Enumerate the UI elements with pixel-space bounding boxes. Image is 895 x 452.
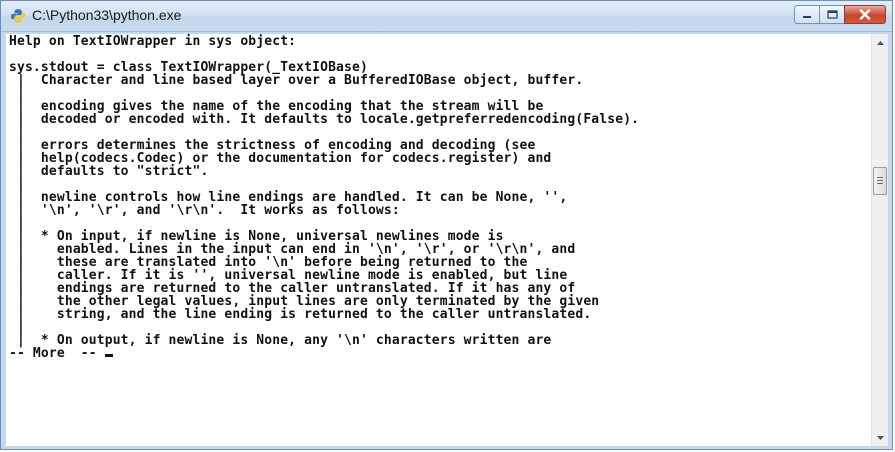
text-cursor [104, 354, 113, 357]
console-line: | decoded or encoded with. It defaults t… [9, 112, 640, 127]
vertical-scrollbar[interactable] [871, 34, 888, 446]
console-line: | Character and line based layer over a … [9, 73, 584, 88]
scroll-thumb[interactable] [873, 166, 887, 195]
scroll-up-arrow-icon [876, 40, 884, 45]
title-bar[interactable]: C:\Python33\python.exe [1, 1, 892, 32]
console-line: Help on TextIOWrapper in sys object: [9, 34, 297, 49]
maximize-icon [826, 10, 838, 19]
console-window: C:\Python33\python.exe Help on TextIOWra… [0, 0, 893, 450]
grip-line [877, 183, 883, 184]
console-text: Help on TextIOWrapper in sys object: sys.… [9, 35, 639, 360]
maximize-button[interactable] [819, 5, 845, 24]
window-title: C:\Python33\python.exe [32, 7, 182, 23]
python-app-icon [11, 9, 26, 23]
scroll-down-button[interactable] [872, 429, 888, 446]
close-icon [859, 9, 871, 20]
scroll-down-arrow-icon [876, 435, 884, 440]
console-line: | string, and the line ending is returne… [9, 307, 592, 322]
minimize-button[interactable] [794, 5, 820, 24]
grip-line [877, 180, 883, 181]
close-button[interactable] [844, 5, 886, 24]
scroll-up-button[interactable] [872, 34, 888, 51]
caption-buttons [794, 5, 886, 25]
grip-line [877, 177, 883, 178]
console-line: | '\n', '\r', and '\r\n'. It works as fo… [9, 203, 400, 218]
more-prompt: -- More -- [9, 346, 105, 361]
more-prompt-line[interactable]: -- More -- [9, 347, 639, 360]
minimize-icon [803, 15, 811, 18]
console-output-area[interactable]: Help on TextIOWrapper in sys object: sys.… [6, 34, 871, 446]
console-line: | defaults to "strict". [9, 164, 209, 179]
